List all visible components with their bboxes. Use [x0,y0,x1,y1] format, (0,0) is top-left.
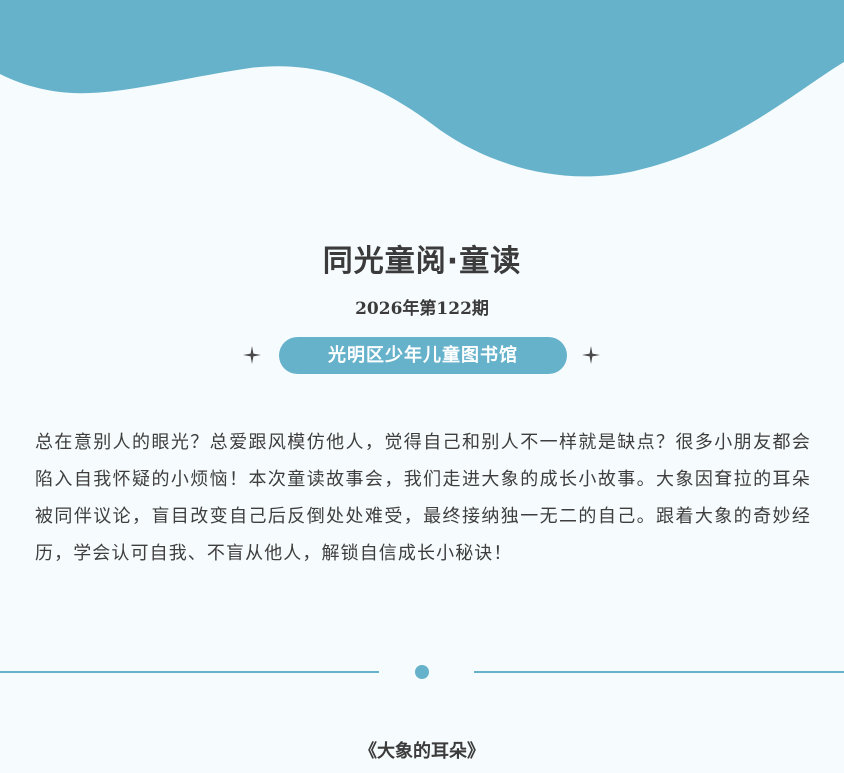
sparkle-icon [243,346,261,364]
divider-dot [415,665,429,679]
intro-paragraph: 总在意别人的眼光？总爱跟风模仿他人，觉得自己和别人不一样就是缺点？很多小朋友都会… [35,432,811,564]
sparkle-icon [582,346,600,364]
divider-line-right [474,671,844,673]
page-title: 同光童阅·童读 [322,244,522,279]
story-title: 《大象的耳朵》 [359,741,485,762]
divider-line-left [0,671,379,673]
organizer-badge: 光明区少年儿童图书馆 [279,337,567,374]
issue-number: 2026年第122期 [355,299,489,319]
header-wave-decoration [0,0,844,177]
